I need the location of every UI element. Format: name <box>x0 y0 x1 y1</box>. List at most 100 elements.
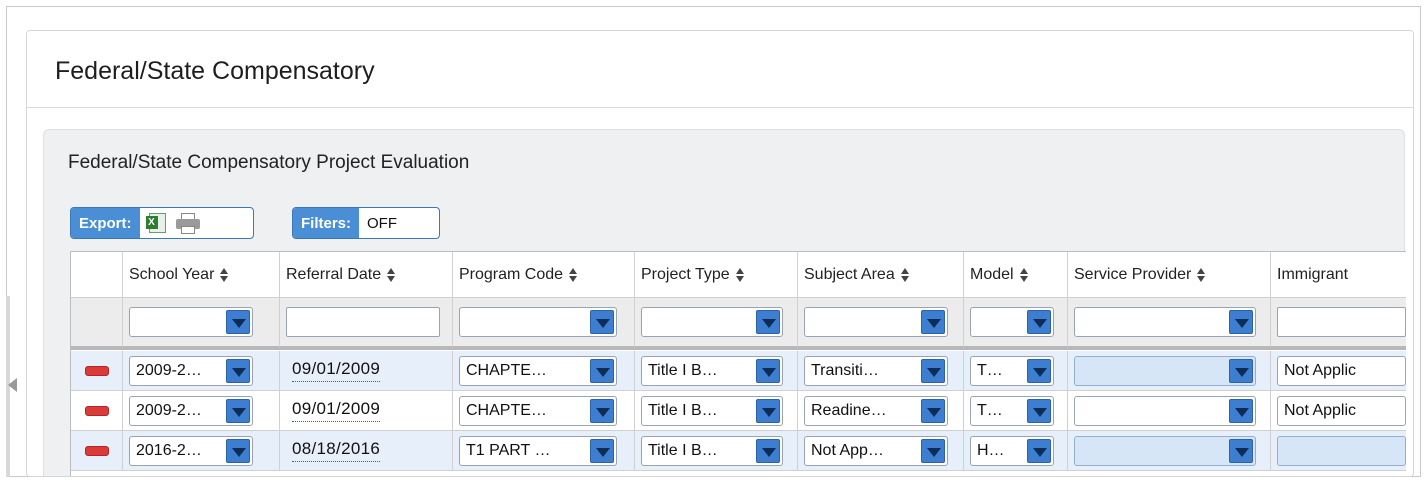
chevron-down-icon[interactable] <box>921 310 945 334</box>
referral-date-value[interactable]: 08/18/2016 <box>292 439 381 462</box>
header-subject-area[interactable]: Subject Area <box>798 252 964 298</box>
chevron-down-icon[interactable] <box>921 438 945 463</box>
chevron-down-icon[interactable] <box>756 438 780 463</box>
school-year-select[interactable]: 2009-2… <box>129 355 253 386</box>
filters-toggle[interactable]: Filters: OFF <box>292 207 440 239</box>
header-school-year[interactable]: School Year <box>123 252 280 298</box>
program-code-select[interactable]: CHAPTE… <box>459 355 617 386</box>
filter-model <box>964 298 1068 348</box>
program-code-select[interactable]: T1 PART … <box>459 435 617 466</box>
service-provider-select[interactable] <box>1074 355 1256 386</box>
subject-area-filter-select[interactable] <box>804 307 948 337</box>
immigrant-cell: Not Applic <box>1271 391 1406 431</box>
project-type-select[interactable]: Title I B… <box>641 395 783 426</box>
service-provider-select[interactable] <box>1074 435 1256 466</box>
chevron-down-icon[interactable] <box>1229 310 1253 334</box>
table-row: 2009-2… 09/01/2009 CHAPTE… Title I B… Re… <box>71 391 1406 431</box>
subject-area-select[interactable]: Not App… <box>804 435 948 466</box>
header-referral-date[interactable]: Referral Date <box>280 252 453 298</box>
service-provider-cell <box>1068 351 1271 391</box>
chevron-down-icon[interactable] <box>1229 358 1253 383</box>
service-provider-cell <box>1068 391 1271 431</box>
page-title: Federal/State Compensatory <box>55 57 375 85</box>
header-model[interactable]: Model <box>964 252 1068 298</box>
delete-row-icon[interactable] <box>85 405 109 416</box>
filter-program-code <box>453 298 635 348</box>
header-service-provider[interactable]: Service Provider <box>1068 252 1271 298</box>
chevron-down-icon[interactable] <box>590 398 614 423</box>
model-filter-select[interactable] <box>970 307 1054 337</box>
school-year-select[interactable]: 2016-2… <box>129 435 253 466</box>
chevron-down-icon[interactable] <box>756 398 780 423</box>
chevron-down-icon[interactable] <box>1027 398 1051 423</box>
referral-date-value[interactable]: 09/01/2009 <box>292 399 381 422</box>
sort-icon[interactable] <box>569 267 578 283</box>
service-provider-filter-select[interactable] <box>1074 307 1256 337</box>
chevron-down-icon[interactable] <box>1229 438 1253 463</box>
subject-area-select[interactable]: Readine… <box>804 395 948 426</box>
chevron-down-icon[interactable] <box>756 358 780 383</box>
header-program-code[interactable]: Program Code <box>453 252 635 298</box>
immigrant-select[interactable]: Not Applic <box>1277 395 1406 426</box>
chevron-down-icon[interactable] <box>921 398 945 423</box>
filter-service-provider <box>1068 298 1271 348</box>
immigrant-cell <box>1271 431 1406 471</box>
referral-date-filter-input[interactable] <box>286 307 440 337</box>
row-action-cell <box>71 351 123 391</box>
chevron-down-icon[interactable] <box>756 310 780 334</box>
school-year-cell: 2009-2… <box>123 351 280 391</box>
printer-icon[interactable] <box>175 212 200 234</box>
sort-icon[interactable] <box>1197 267 1206 283</box>
referral-date-cell: 09/01/2009 <box>280 351 453 391</box>
chevron-down-icon[interactable] <box>921 358 945 383</box>
sort-icon[interactable] <box>1019 267 1028 283</box>
model-select[interactable]: H… <box>970 435 1054 466</box>
chevron-down-icon[interactable] <box>1027 358 1051 383</box>
immigrant-filter-select[interactable] <box>1277 307 1406 337</box>
chevron-down-icon[interactable] <box>226 438 250 463</box>
chevron-down-icon[interactable] <box>590 310 614 334</box>
header-immigrant[interactable]: Immigrant <box>1271 252 1406 298</box>
collapse-left-icon[interactable] <box>8 378 17 392</box>
sort-icon[interactable] <box>387 267 396 283</box>
subject-area-cell: Not App… <box>798 431 964 471</box>
immigrant-select[interactable]: Not Applic <box>1277 355 1406 386</box>
chevron-down-icon[interactable] <box>226 310 250 334</box>
project-type-filter-select[interactable] <box>641 307 783 337</box>
school-year-select[interactable]: 2009-2… <box>129 395 253 426</box>
model-select[interactable]: T… <box>970 355 1054 386</box>
chevron-down-icon[interactable] <box>1027 310 1051 334</box>
subject-area-select[interactable]: Transiti… <box>804 355 948 386</box>
chevron-down-icon[interactable] <box>226 398 250 423</box>
chevron-down-icon[interactable] <box>590 358 614 383</box>
model-select[interactable]: T… <box>970 395 1054 426</box>
compensatory-card: Federal/State Compensatory Federal/State… <box>26 30 1414 477</box>
sort-icon[interactable] <box>735 267 744 283</box>
program-code-filter-select[interactable] <box>459 307 617 337</box>
model-cell: H… <box>964 431 1068 471</box>
chevron-down-icon[interactable] <box>226 358 250 383</box>
project-type-select[interactable]: Title I B… <box>641 355 783 386</box>
service-provider-select[interactable] <box>1074 395 1256 426</box>
chevron-down-icon[interactable] <box>1229 398 1253 423</box>
header-project-type[interactable]: Project Type <box>635 252 798 298</box>
school-year-cell: 2009-2… <box>123 391 280 431</box>
filters-state: OFF <box>367 214 398 232</box>
school-year-filter-select[interactable] <box>129 307 253 337</box>
referral-date-value[interactable]: 09/01/2009 <box>292 359 381 382</box>
project-type-select[interactable]: Title I B… <box>641 435 783 466</box>
card-header: Federal/State Compensatory <box>27 31 1413 108</box>
chevron-down-icon[interactable] <box>590 438 614 463</box>
chevron-down-icon[interactable] <box>1027 438 1051 463</box>
program-code-select[interactable]: CHAPTE… <box>459 395 617 426</box>
sort-icon[interactable] <box>220 267 229 283</box>
excel-export-icon[interactable]: X <box>145 212 168 234</box>
grid-header-row: School Year Referral Date Program Code P… <box>71 252 1406 298</box>
delete-row-icon[interactable] <box>85 365 109 376</box>
delete-row-icon[interactable] <box>85 445 109 456</box>
filters-label: Filters: <box>293 208 360 238</box>
section-title: Federal/State Compensatory Project Evalu… <box>68 152 470 173</box>
immigrant-select[interactable] <box>1277 435 1406 466</box>
sort-icon[interactable] <box>900 267 909 283</box>
program-code-cell: CHAPTE… <box>453 351 635 391</box>
